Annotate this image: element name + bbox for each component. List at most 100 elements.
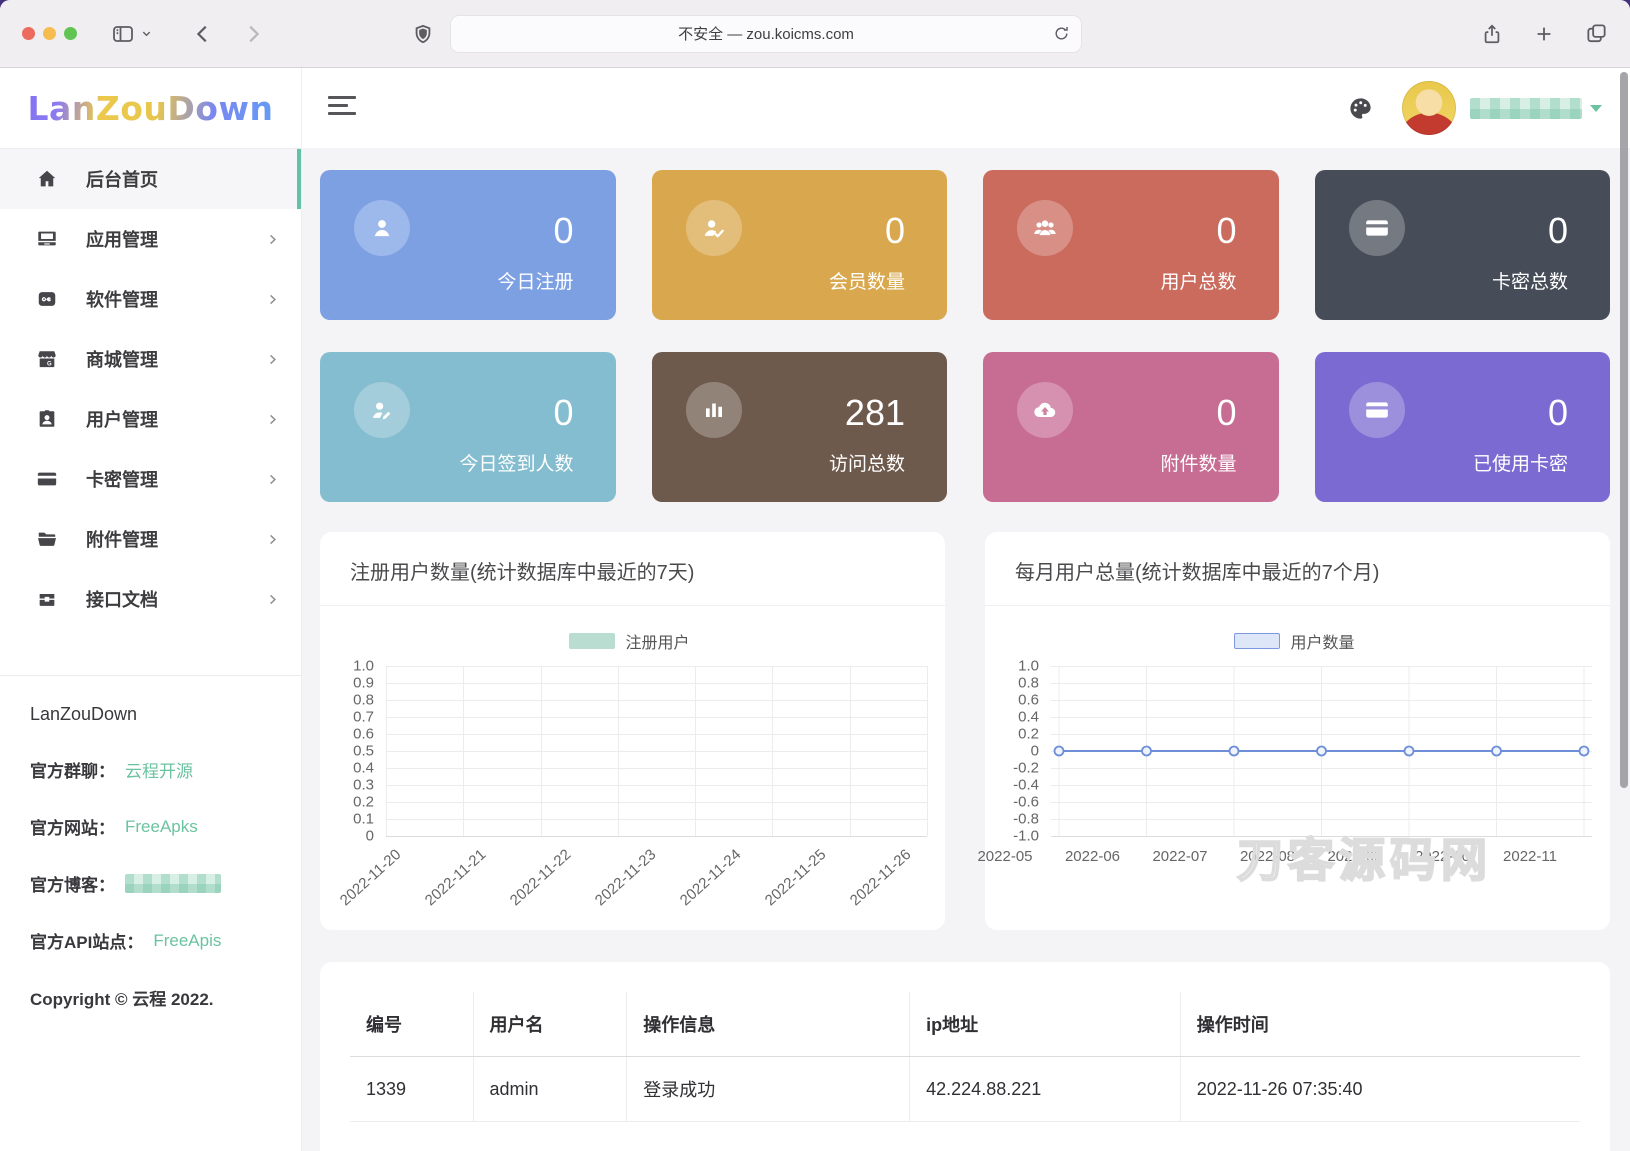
back-icon[interactable] xyxy=(192,23,214,45)
credit-card-icon xyxy=(1348,200,1405,256)
chevron-right-icon xyxy=(266,353,279,366)
new-tab-icon[interactable] xyxy=(1533,23,1555,45)
sidebar-item-label: 用户管理 xyxy=(86,410,158,430)
page-scrollbar[interactable] xyxy=(1620,72,1628,788)
x-tick-label: 2022-11-22 xyxy=(506,846,575,910)
stat-card-attachment-count: 0 附件数量 xyxy=(983,352,1279,502)
footer-link-label: 官方博客： xyxy=(30,876,115,895)
footer-link[interactable]: 云程开源 xyxy=(125,757,193,782)
username-redacted[interactable] xyxy=(1470,97,1582,119)
table-cell: 登录成功 xyxy=(626,1056,910,1122)
chart-axes: 1.0 0.9 0.8 0.7 0.6 0.5 0.4 0.3 0.2 0.1 0 xyxy=(332,658,928,845)
gridline-h xyxy=(386,700,927,701)
x-tick-label: 2022-10 xyxy=(1414,848,1471,865)
sidebar-item-software[interactable]: 软件管理 xyxy=(0,269,301,329)
y-tick-label: 1.0 xyxy=(353,657,374,675)
chart-legend: 用户数量 xyxy=(997,632,1592,652)
footer-link-row: 官方API站点： FreeApis xyxy=(30,928,271,953)
chart-card-registered-users: 注册用户数量(统计数据库中最近的7天) 注册用户 1.0 0.9 0.8 0.7 0.6 0… xyxy=(320,532,945,930)
chart-title: 每月用户总量(统计数据库中最近的7个月) xyxy=(985,532,1610,606)
stat-label: 今日注册 xyxy=(497,272,574,293)
chevron-right-icon xyxy=(266,413,279,426)
address-bar[interactable]: 不安全 — zou.koicms.com xyxy=(450,14,1082,53)
stat-card-today-register: 0 今日注册 xyxy=(320,170,616,320)
copyright-text: Copyright © 云程 2022. xyxy=(30,990,214,1009)
share-icon[interactable] xyxy=(1481,22,1503,46)
palette-icon[interactable] xyxy=(1347,95,1374,122)
gridline-h xyxy=(386,785,927,786)
redacted-link[interactable] xyxy=(125,874,221,893)
user-edit-icon xyxy=(354,382,410,438)
cloud-upload-icon xyxy=(1017,382,1073,438)
y-tick-label: 0.3 xyxy=(353,776,374,794)
shield-icon[interactable] xyxy=(412,22,434,46)
chevron-down-icon[interactable] xyxy=(141,28,152,39)
minimize-window-button[interactable] xyxy=(43,27,56,40)
y-tick-label: -0.2 xyxy=(1013,759,1039,777)
gridline-v xyxy=(695,666,697,836)
sidebar-item-cards[interactable]: 卡密管理 xyxy=(0,449,301,509)
gridline-h xyxy=(386,717,927,718)
stat-value: 0 xyxy=(884,210,905,251)
stat-value: 281 xyxy=(844,392,905,433)
stat-value: 0 xyxy=(1216,392,1237,433)
tabs-overview-icon[interactable] xyxy=(1585,22,1608,45)
plot-area xyxy=(386,666,928,837)
y-tick-label: -0.4 xyxy=(1013,776,1039,794)
forward-icon[interactable] xyxy=(242,23,264,45)
chevron-right-icon xyxy=(266,473,279,486)
table-row: 1339 admin 登录成功 42.224.88.221 2022-11-26 07:… xyxy=(350,1056,1580,1122)
chart-title: 注册用户数量(统计数据库中最近的7天) xyxy=(320,532,945,606)
table-header-cell: 用户名 xyxy=(472,992,627,1057)
hamburger-icon[interactable] xyxy=(328,96,356,120)
y-tick-label: 0.9 xyxy=(353,674,374,692)
table-cell: admin xyxy=(472,1056,627,1122)
footer-link[interactable]: FreeApis xyxy=(153,931,221,951)
sidebar-item-label: 接口文档 xyxy=(86,590,158,610)
footer-brand: LanZouDown xyxy=(30,704,138,724)
user-menu-caret-icon[interactable] xyxy=(1590,104,1602,112)
store-icon: G xyxy=(36,348,58,370)
stat-value: 0 xyxy=(553,392,574,433)
sidebar-item-home[interactable]: 后台首页 xyxy=(0,149,301,209)
avatar[interactable] xyxy=(1402,81,1456,135)
stat-card-today-signin: 0 今日签到人数 xyxy=(320,352,616,502)
plot-area xyxy=(1051,666,1592,837)
legend-swatch[interactable] xyxy=(569,633,616,649)
app-logo[interactable]: LanZouDown xyxy=(0,68,301,149)
x-tick-label: 2022-08 xyxy=(1239,848,1296,865)
user-check-icon xyxy=(685,200,742,256)
sidebar-item-store[interactable]: G 商城管理 xyxy=(0,329,301,389)
sidebar-item-label: 后台首页 xyxy=(86,170,158,190)
sidebar: LanZouDown 后台首页应用管理 软件管理 G 商城管理用户管理卡密管理 附件管理… xyxy=(0,68,302,1151)
stat-value: 0 xyxy=(1547,210,1568,251)
traffic-lights xyxy=(22,27,77,40)
y-tick-label: -0.6 xyxy=(1013,793,1039,811)
close-window-button[interactable] xyxy=(22,27,35,40)
gridline-h xyxy=(386,768,927,769)
sidebar-item-users[interactable]: 用户管理 xyxy=(0,389,301,449)
x-tick-label: 2022-09 xyxy=(1327,848,1383,865)
svg-text:G: G xyxy=(47,361,52,367)
x-tick-label: 2022-11-25 xyxy=(761,846,830,910)
sidebar-item-apps[interactable]: 应用管理 xyxy=(0,209,301,269)
x-axis-labels: 2022-05 2022-06 2022-07 2022-08 2022-09 2022-… xyxy=(977,836,1592,872)
operation-log-table: 编号 用户名 操作信息 ip地址 操作时间 1339 admin 登录成功 42.224.88… xyxy=(350,992,1580,1122)
reload-icon[interactable] xyxy=(1053,25,1070,42)
app-icon xyxy=(36,228,58,250)
y-tick-label: 0.1 xyxy=(353,810,374,828)
gridline-v xyxy=(540,666,542,836)
zoom-window-button[interactable] xyxy=(64,27,77,40)
y-tick-label: 0.7 xyxy=(353,708,374,726)
legend-swatch[interactable] xyxy=(1234,633,1281,649)
footer-link-label: 官方网站： xyxy=(30,819,115,838)
footer-link[interactable]: FreeApks xyxy=(125,817,198,837)
sidebar-item-api-docs[interactable]: 接口文档 xyxy=(0,569,301,629)
footer-links: 官方群聊： 云程开源 官方网站： FreeApks 官方博客： 官方API站点： FreeA… xyxy=(30,757,271,953)
sidebar-toggle-icon[interactable] xyxy=(111,22,135,46)
line-series xyxy=(1053,666,1590,836)
gridline-v xyxy=(849,666,851,836)
gridline-h xyxy=(386,666,927,667)
x-tick-label: 2022-05 xyxy=(977,848,1033,865)
sidebar-item-attachments[interactable]: 附件管理 xyxy=(0,509,301,569)
